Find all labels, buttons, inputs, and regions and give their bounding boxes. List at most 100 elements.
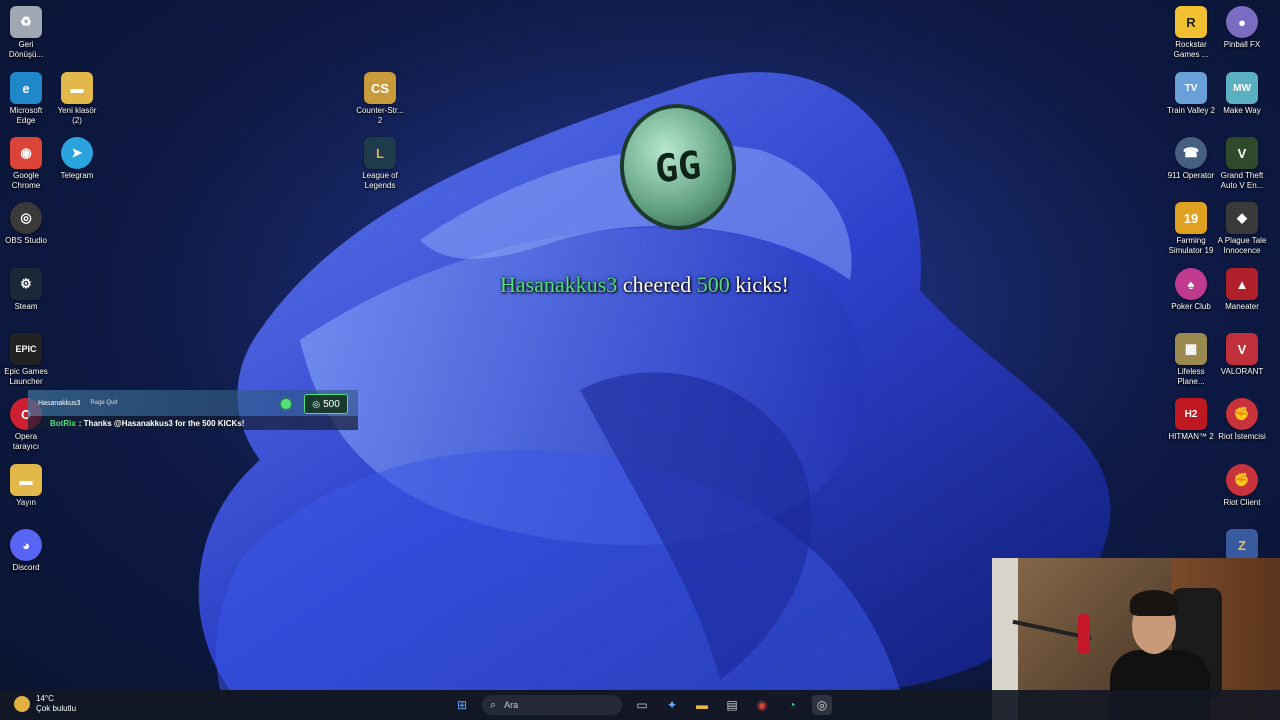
gg-coin-icon: GG [613,98,743,236]
weather-temperature: 14°C [36,694,54,703]
icon-telegram[interactable]: ➤ Telegram [52,137,102,181]
chat-reward-row: Hasanakkus3 Rage Quit ◎ 500 [28,390,358,416]
alert-username: Hasanakkus3 [500,272,618,297]
icon-microsoft-edge[interactable]: e Microsoft Edge [1,72,51,126]
rockstar-icon: R [1175,6,1207,38]
kick-coin-icon [280,398,292,410]
plague-tale-icon: ◆ [1226,202,1258,234]
lifeless-planet-icon: ▦ [1175,333,1207,365]
icon-label: Train Valley 2 [1166,106,1216,115]
alert-unit: kicks! [735,272,789,297]
taskbar: 14°C Çok bulutlu ⊞ ⌕ Ara ▭ ✦ ▬ ▤ ◉ ◔ ◎ [0,690,1280,720]
gta-v-icon: V [1226,137,1258,169]
icon-label: Steam [14,302,38,311]
search-box[interactable]: ⌕ Ara [482,695,622,715]
cheer-alert: Hasanakkus3 cheered 500 kicks! [500,272,840,298]
icon-poker-club[interactable]: ♠ Poker Club [1166,268,1216,312]
alert-verb: cheered [622,272,692,297]
icon-counter-strike[interactable]: CS Counter-Str... 2 [355,72,405,126]
icon-make-way[interactable]: MW Make Way [1217,72,1267,116]
file-explorer-icon[interactable]: ▬ [692,695,712,715]
icon-label: Telegram [60,171,94,180]
icon-label: Make Way [1223,106,1261,115]
steam-icon: ⚙ [10,268,42,300]
telegram-icon: ➤ [61,137,93,169]
icon-valorant[interactable]: V VALORANT [1217,333,1267,377]
pinball-icon: ● [1226,6,1258,38]
chrome-taskbar-icon[interactable]: ◉ [752,695,772,715]
icon-label: Pinball FX [1223,40,1261,49]
icon-steam[interactable]: ⚙ Steam [1,268,51,312]
icon-label: HITMAN™ 2 [1168,432,1214,441]
icon-train-valley[interactable]: TV Train Valley 2 [1166,72,1216,116]
icon-label: Grand Theft Auto V En... [1220,171,1264,190]
chat-username: Hasanakkus3 [38,399,81,407]
weather-icon [14,696,30,712]
alert-amount: 500 [696,272,730,297]
icon-farming-simulator[interactable]: 19 Farming Simulator 19 [1166,202,1216,256]
store-icon[interactable]: ▤ [722,695,742,715]
icon-label: Riot Client [1223,498,1261,507]
icon-label: Discord [12,563,40,572]
epic-games-icon: EPIC [10,333,42,365]
taskbar-apps: ⊞ ⌕ Ara ▭ ✦ ▬ ▤ ◉ ◔ ◎ [452,694,832,716]
icon-label: OBS Studio [5,236,47,245]
start-button[interactable]: ⊞ [452,695,472,715]
coin-icon: ◎ [312,398,321,409]
icon-gta-v[interactable]: V Grand Theft Auto V En... [1217,137,1267,191]
icon-new-folder[interactable]: ▬ Yeni klasör (2) [52,72,102,126]
icon-rockstar-games[interactable]: R Rockstar Games ... [1166,6,1216,60]
icon-label: Maneater [1225,302,1259,311]
microphone-icon [1078,614,1090,654]
maneater-icon: ▲ [1226,268,1258,300]
icon-label: Google Chrome [11,171,41,190]
league-of-legends-icon: L [364,137,396,169]
icon-discord[interactable]: ◕ Discord [1,529,51,573]
icon-epic-games[interactable]: EPIC Epic Games Launcher [1,333,51,387]
icon-label: League of Legends [362,171,398,190]
icon-label: Poker Club [1171,302,1211,311]
weather-widget[interactable]: 14°C Çok bulutlu [14,694,76,714]
icon-label: Geri Dönüşü... [8,40,44,59]
icon-riot-client[interactable]: ✊ Riot Client [1217,464,1267,508]
search-icon: ⌕ [490,698,497,711]
farming-simulator-icon: 19 [1175,202,1207,234]
discord-icon: ◕ [10,529,42,561]
icon-league-of-legends[interactable]: L League of Legends [355,137,405,191]
icon-label: Yayın [16,498,36,507]
hitman-icon: H2 [1175,398,1207,430]
icon-label: 911 Operator [1167,171,1215,180]
chat-bot-message: : Thanks @Hasanakkus3 for the 500 KICKs! [78,418,245,428]
valorant-icon: V [1226,333,1258,365]
icon-hitman-2[interactable]: H2 HITMAN™ 2 [1166,398,1216,442]
icon-911-operator[interactable]: ☎ 911 Operator [1166,137,1216,181]
icon-google-chrome[interactable]: ◉ Google Chrome [1,137,51,191]
task-view-button[interactable]: ▭ [632,695,652,715]
chat-reward-name: Rage Quit [90,400,118,406]
icon-label: Rockstar Games ... [1173,40,1209,59]
icon-label: A Plague Tale Innocence [1217,236,1267,255]
icon-maneater[interactable]: ▲ Maneater [1217,268,1267,312]
icon-recycle-bin[interactable]: ♻ Geri Dönüşü... [1,6,51,60]
icon-riot-istemcisi[interactable]: ✊ Riot İstemcisi [1217,398,1267,442]
obs-taskbar-icon[interactable]: ◎ [812,695,832,715]
icon-yayin-folder[interactable]: ▬ Yayın [1,464,51,508]
train-valley-icon: TV [1175,72,1207,104]
weather-condition: Çok bulutlu [36,704,77,713]
counter-strike-icon: CS [364,72,396,104]
chat-bot-name: BotRix [50,418,76,428]
obs-icon: ◎ [10,202,42,234]
folder-icon: ▬ [61,72,93,104]
chat-amount-value: 500 [323,398,340,410]
911-operator-icon: ☎ [1175,137,1207,169]
folder-icon: ▬ [10,464,42,496]
icon-lifeless-planet[interactable]: ▦ Lifeless Plane... [1166,333,1216,387]
icon-label: Yeni klasör (2) [57,106,97,125]
riot-icon: ✊ [1226,464,1258,496]
copilot-icon[interactable]: ✦ [662,695,682,715]
icon-plague-tale[interactable]: ◆ A Plague Tale Innocence [1217,202,1267,256]
icon-pinball-fx[interactable]: ● Pinball FX [1217,6,1267,50]
chat-amount-badge: ◎ 500 [304,394,348,414]
icon-obs-studio[interactable]: ◎ OBS Studio [1,202,51,246]
whatsapp-icon[interactable]: ◔ [782,695,802,715]
